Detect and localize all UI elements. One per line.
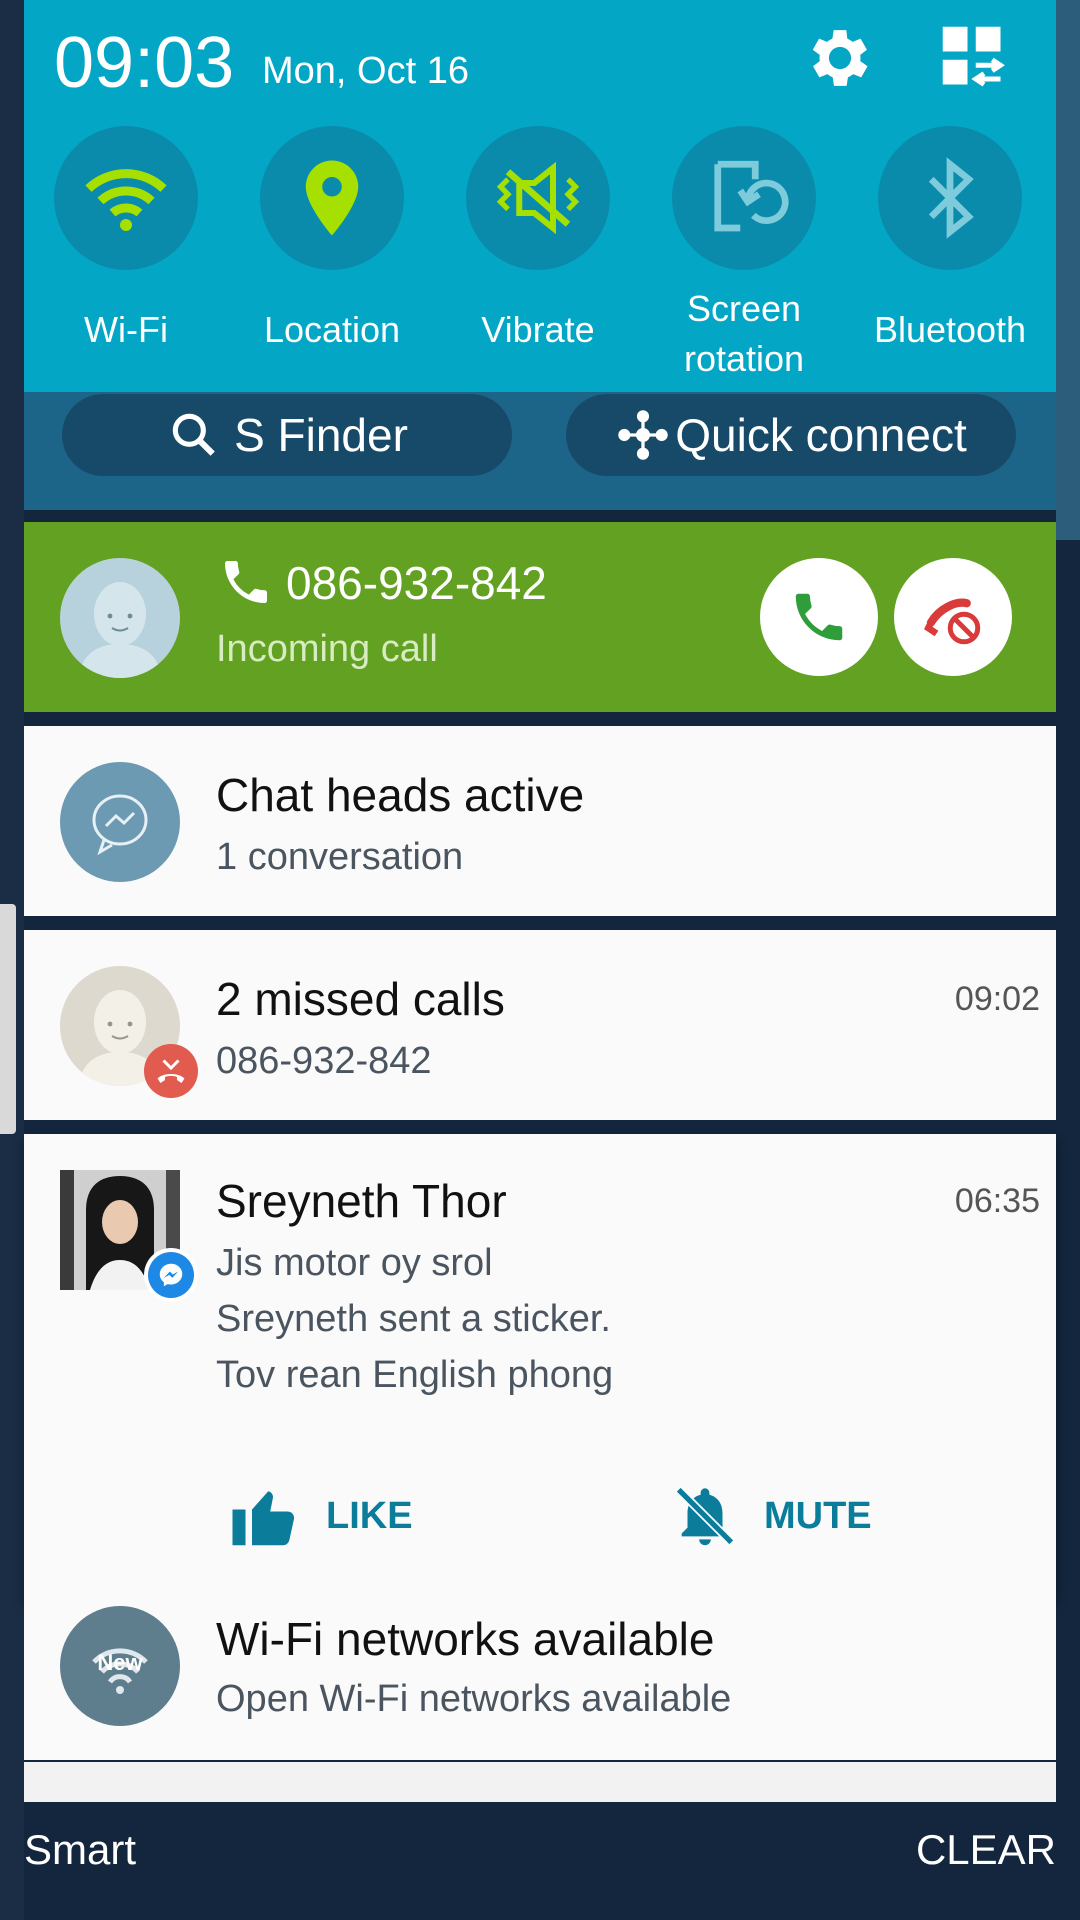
smart-button[interactable]: Smart	[24, 1826, 136, 1874]
bluetooth-toggle[interactable]	[878, 126, 1022, 270]
messenger-icon	[159, 1263, 183, 1287]
bluetooth-icon	[928, 157, 974, 239]
wifi-notification-icon-bg: New	[60, 1606, 180, 1726]
edge-panel-handle[interactable]	[0, 904, 16, 1134]
wifi-label: Wi-Fi	[84, 309, 168, 350]
wifi-networks-subtitle: Open Wi-Fi networks available	[216, 1678, 732, 1720]
messenger-badge	[144, 1248, 198, 1302]
mute-label: MUTE	[764, 1494, 872, 1537]
screen-rotation-toggle[interactable]	[672, 126, 816, 270]
chat-heads-title: Chat heads active	[216, 769, 585, 821]
clock: 09:03	[54, 23, 235, 103]
vibrate-icon	[496, 161, 580, 235]
missed-calls-time: 09:02	[954, 980, 1040, 1018]
thumbs-up-icon	[232, 1491, 295, 1546]
s-finder-label: S Finder	[234, 409, 408, 461]
answer-phone-icon	[795, 593, 843, 641]
wifi-networks-title: Wi-Fi networks available	[216, 1613, 715, 1665]
chat-heads-subtitle: 1 conversation	[216, 836, 464, 878]
default-contact-icon	[78, 582, 162, 678]
quick-connect-label: Quick connect	[675, 409, 967, 461]
mute-button[interactable]: MUTE	[670, 1474, 872, 1558]
background-right-edge	[1056, 0, 1080, 540]
new-badge-text: New	[97, 1650, 143, 1675]
quick-connect-button[interactable]: Quick connect	[566, 394, 1016, 476]
missed-call-icon	[157, 1059, 185, 1083]
reject-call-button[interactable]	[894, 558, 1012, 676]
location-toggle[interactable]	[260, 126, 404, 270]
vibrate-label: Vibrate	[481, 309, 595, 350]
message-time: 06:35	[954, 1182, 1040, 1220]
messenger-icon	[92, 794, 148, 856]
edit-grid-icon[interactable]	[940, 24, 1006, 90]
missed-call-badge	[144, 1044, 198, 1098]
collapsed-notification[interactable]	[24, 1762, 1056, 1802]
location-icon	[305, 160, 359, 236]
s-finder-button[interactable]: S Finder	[62, 394, 512, 476]
like-button[interactable]: LIKE	[226, 1474, 413, 1558]
vibrate-toggle[interactable]	[466, 126, 610, 270]
clear-button[interactable]: CLEAR	[916, 1826, 1056, 1874]
caller-avatar	[60, 558, 180, 678]
message-line: Tov rean English phong	[216, 1354, 614, 1396]
like-label: LIKE	[326, 1494, 413, 1537]
wifi-toggle[interactable]	[54, 126, 198, 270]
missed-calls-title: 2 missed calls	[216, 973, 505, 1025]
phone-icon	[225, 561, 267, 603]
settings-gear-icon[interactable]	[802, 20, 878, 96]
message-line: Jis motor oy srol	[216, 1242, 493, 1284]
messenger-app-icon	[60, 762, 180, 882]
sender-name: Sreyneth Thor	[216, 1175, 507, 1227]
reject-call-icon	[923, 598, 981, 645]
caller-number: 086-932-842	[286, 557, 547, 609]
missed-calls-number: 086-932-842	[216, 1040, 432, 1082]
screen-rotation-label: Screen rotation	[683, 288, 805, 379]
date: Mon, Oct 16	[262, 50, 469, 92]
location-label: Location	[263, 309, 401, 350]
search-icon	[172, 413, 215, 456]
bluetooth-label: Bluetooth	[873, 309, 1027, 350]
message-line: Sreyneth sent a sticker.	[216, 1298, 611, 1340]
screen-rotation-icon	[714, 160, 789, 232]
wifi-icon	[85, 169, 167, 231]
quick-connect-icon	[618, 410, 668, 460]
answer-call-button[interactable]	[760, 558, 878, 676]
call-status: Incoming call	[216, 628, 438, 670]
bell-off-icon	[675, 1486, 735, 1546]
